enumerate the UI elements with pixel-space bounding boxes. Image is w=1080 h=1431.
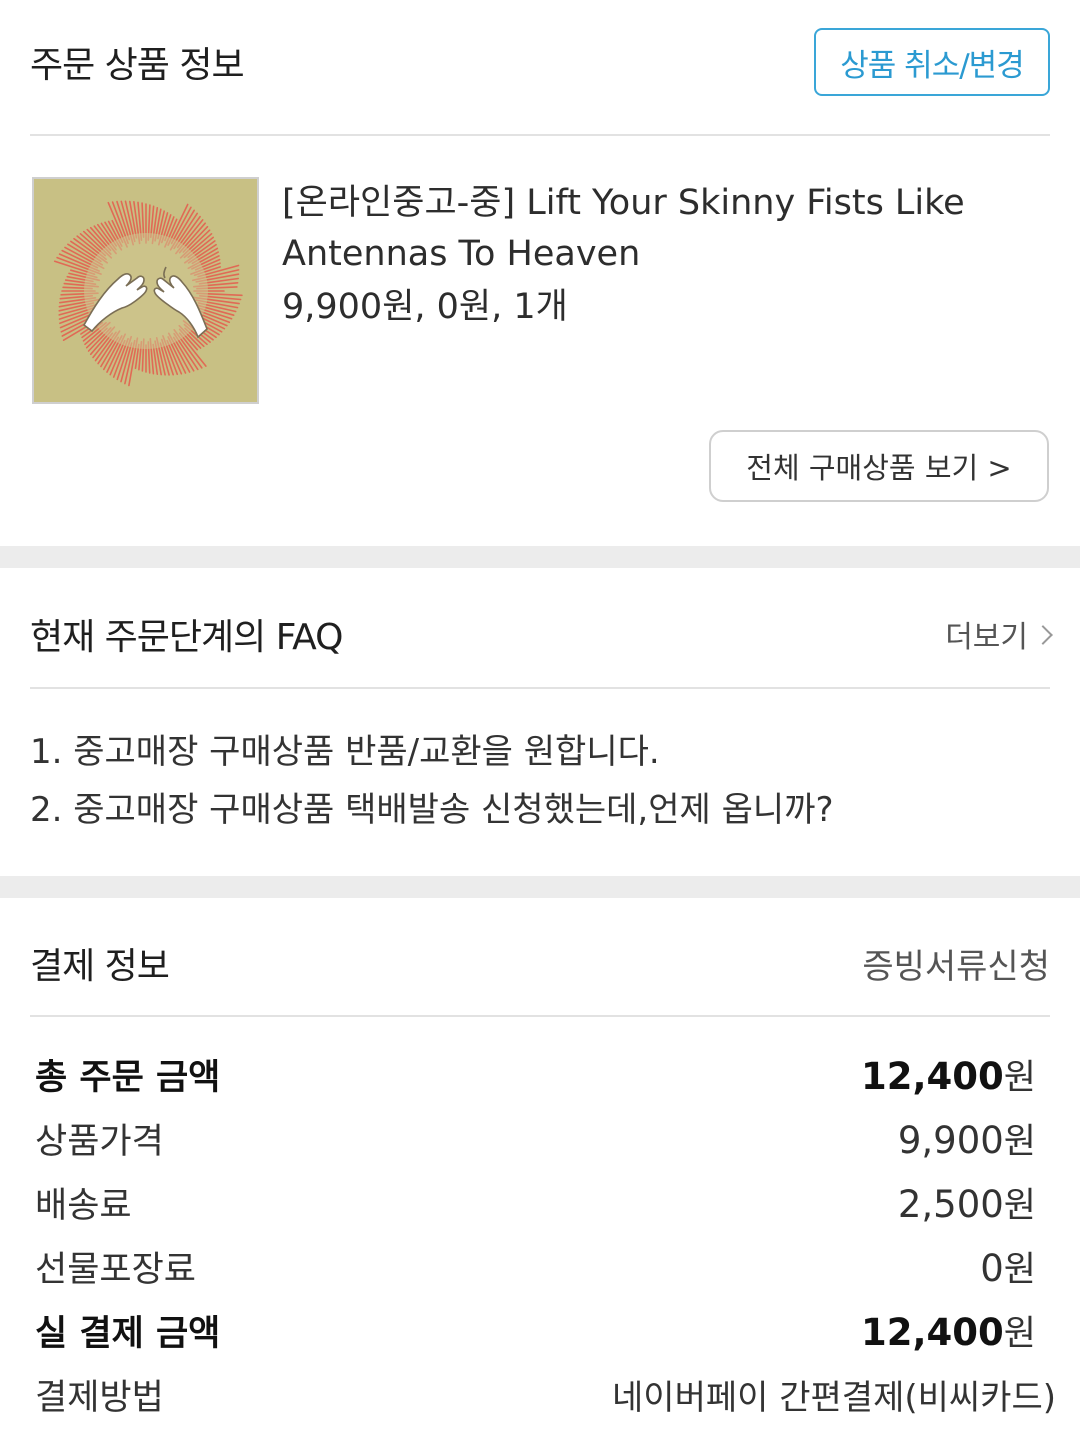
faq-item[interactable]: 1. 중고매장 구매상품 반품/교환을 원합니다. bbox=[30, 723, 834, 781]
payment-rows: 총 주문 금액 12,400 원 상품가격 9,900 원 배송료 2,500 원 선… bbox=[35, 1042, 1056, 1426]
order-items-section: 주문 상품 정보 상품 취소/변경 [온라인중고-중] Lift Your Sk… bbox=[0, 0, 1080, 546]
payment-method-value: 네이버페이 간편결제(비씨카드) bbox=[612, 1377, 1056, 1418]
currency-unit: 원 bbox=[1003, 1313, 1036, 1354]
row-label: 배송료 bbox=[35, 1185, 132, 1226]
divider bbox=[30, 687, 1050, 689]
album-cover-image[interactable] bbox=[32, 177, 259, 404]
currency-unit: 원 bbox=[1003, 1121, 1036, 1162]
faq-section: 현재 주문단계의 FAQ 더보기 1. 중고매장 구매상품 반품/교환을 원합니… bbox=[0, 568, 1080, 876]
actual-payment-row: 실 결제 금액 12,400 원 bbox=[35, 1298, 1036, 1362]
payment-method-row: 결제방법 네이버페이 간편결제(비씨카드) bbox=[35, 1362, 1056, 1426]
row-label: 실 결제 금액 bbox=[35, 1313, 221, 1354]
product-price-row: 상품가격 9,900 원 bbox=[35, 1106, 1036, 1170]
row-label: 총 주문 금액 bbox=[35, 1057, 221, 1098]
gift-wrap-fee-row: 선물포장료 0원 bbox=[35, 1234, 1036, 1298]
payment-header: 결제 정보 증빙서류신청 bbox=[30, 898, 1050, 1028]
row-label: 결제방법 bbox=[35, 1377, 164, 1418]
product-title[interactable]: [온라인중고-중] Lift Your Skinny Fists Like An… bbox=[282, 178, 1052, 280]
row-label: 선물포장료 bbox=[35, 1249, 197, 1290]
row-value: 0 bbox=[980, 1246, 1004, 1290]
row-value: 12,400 bbox=[861, 1054, 1004, 1098]
payment-section: 결제 정보 증빙서류신청 총 주문 금액 12,400 원 상품가격 9,900 원… bbox=[0, 898, 1080, 1431]
order-items-title: 주문 상품 정보 bbox=[30, 45, 245, 86]
faq-more-link[interactable]: 더보기 bbox=[945, 612, 1053, 656]
divider bbox=[30, 1015, 1050, 1017]
row-value: 9,900 bbox=[897, 1118, 1004, 1162]
faq-header: 현재 주문단계의 FAQ 더보기 bbox=[30, 568, 1053, 700]
faq-title: 현재 주문단계의 FAQ bbox=[30, 617, 343, 658]
cancel-change-button[interactable]: 상품 취소/변경 bbox=[814, 28, 1050, 96]
faq-more-label: 더보기 bbox=[945, 620, 1028, 655]
payment-title: 결제 정보 bbox=[30, 946, 170, 987]
product-info[interactable]: [온라인중고-중] Lift Your Skinny Fists Like An… bbox=[282, 178, 1052, 332]
faq-item[interactable]: 2. 중고매장 구매상품 택배발송 신청했는데,언제 옵니까? bbox=[30, 781, 834, 839]
divider bbox=[30, 134, 1050, 136]
currency-unit: 원 bbox=[1003, 1249, 1036, 1290]
shipping-fee-row: 배송료 2,500 원 bbox=[35, 1170, 1036, 1234]
section-gap bbox=[0, 546, 1080, 568]
view-all-items-button[interactable]: 전체 구매상품 보기 > bbox=[709, 430, 1049, 502]
currency-unit: 원 bbox=[1003, 1057, 1036, 1098]
row-label: 상품가격 bbox=[35, 1121, 164, 1162]
row-value: 2,500 bbox=[897, 1182, 1004, 1226]
currency-unit: 원 bbox=[1003, 1185, 1036, 1226]
product-price-qty: 9,900원, 0원, 1개 bbox=[282, 287, 568, 327]
faq-list: 1. 중고매장 구매상품 반품/교환을 원합니다. 2. 중고매장 구매상품 택… bbox=[30, 723, 834, 839]
receipt-request-link[interactable]: 증빙서류신청 bbox=[862, 939, 1050, 988]
order-items-header: 주문 상품 정보 상품 취소/변경 bbox=[30, 0, 1050, 124]
row-value: 12,400 bbox=[861, 1310, 1004, 1354]
section-gap bbox=[0, 876, 1080, 898]
chevron-right-icon bbox=[1033, 625, 1053, 645]
album-art bbox=[34, 179, 257, 402]
total-order-amount-row: 총 주문 금액 12,400 원 bbox=[35, 1042, 1036, 1106]
